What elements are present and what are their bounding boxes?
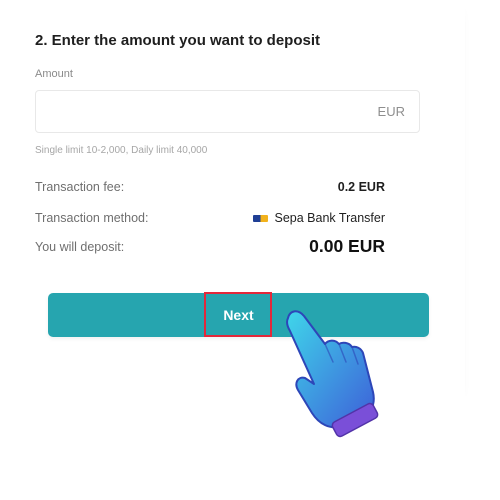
fee-label: Transaction fee: bbox=[35, 180, 125, 194]
next-button[interactable]: Next bbox=[48, 293, 429, 337]
amount-input[interactable] bbox=[46, 91, 366, 132]
amount-input-box[interactable]: EUR bbox=[35, 90, 420, 133]
deposit-card: 2. Enter the amount you want to deposit … bbox=[0, 0, 465, 396]
sepa-logo-icon bbox=[252, 214, 268, 222]
next-label: Next bbox=[223, 307, 254, 323]
method-label: Transaction method: bbox=[35, 211, 149, 225]
amount-label: Amount bbox=[35, 68, 73, 80]
currency-suffix: EUR bbox=[377, 104, 405, 119]
section-title: 2. Enter the amount you want to deposit bbox=[35, 32, 321, 49]
fee-value: 0.2 EUR bbox=[337, 180, 385, 194]
deposit-value: 0.00 EUR bbox=[309, 236, 385, 256]
method-value: Sepa Bank Transfer bbox=[252, 211, 385, 225]
limits-hint: Single limit 10-2,000, Daily limit 40,00… bbox=[35, 145, 208, 156]
bottom-area bbox=[0, 396, 500, 500]
method-text: Sepa Bank Transfer bbox=[274, 211, 385, 225]
deposit-label: You will deposit: bbox=[35, 240, 125, 254]
